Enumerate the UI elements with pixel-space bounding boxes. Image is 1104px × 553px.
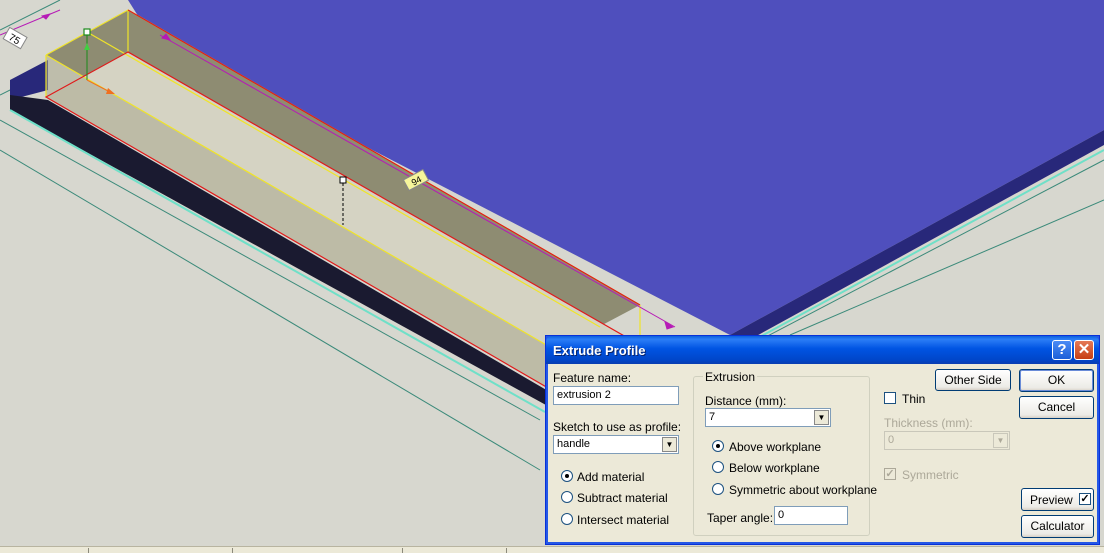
add-material-radio[interactable]	[561, 470, 573, 482]
intersect-material-label[interactable]: Intersect material	[577, 513, 669, 527]
cancel-button[interactable]: Cancel	[1019, 396, 1094, 419]
dialog-content: Feature name: extrusion 2 Sketch to use …	[549, 364, 1096, 543]
symmetric-workplane-radio[interactable]	[712, 483, 724, 495]
chevron-down-icon: ▼	[993, 433, 1008, 448]
distance-select[interactable]: 7 ▼	[705, 408, 831, 427]
thin-label[interactable]: Thin	[902, 392, 925, 406]
subtract-material-label[interactable]: Subtract material	[577, 491, 668, 505]
preview-checkbox[interactable]: ✓	[1079, 493, 1091, 505]
help-button[interactable]: ?	[1052, 340, 1072, 360]
handle-marker-mid[interactable]	[339, 176, 347, 184]
extrusion-group-label: Extrusion	[703, 370, 758, 384]
feature-name-input[interactable]: extrusion 2	[553, 386, 679, 405]
status-divider	[506, 548, 507, 553]
above-workplane-label[interactable]: Above workplane	[729, 440, 821, 454]
taper-angle-label: Taper angle:	[707, 511, 774, 525]
above-workplane-radio[interactable]	[712, 440, 724, 452]
feature-name-label: Feature name:	[553, 371, 632, 385]
dialog-title: Extrude Profile	[553, 343, 646, 358]
add-material-label[interactable]: Add material	[577, 470, 644, 484]
chevron-down-icon[interactable]: ▼	[814, 410, 829, 425]
preview-button[interactable]: Preview ✓	[1021, 488, 1094, 511]
extrude-profile-dialog: Extrude Profile ? ✕ Feature name: extrus…	[545, 335, 1100, 545]
calculator-button[interactable]: Calculator	[1021, 515, 1094, 538]
other-side-button[interactable]: Other Side	[935, 369, 1011, 391]
sketch-profile-label: Sketch to use as profile:	[553, 420, 682, 434]
symmetric-workplane-label[interactable]: Symmetric about workplane	[729, 483, 877, 497]
taper-angle-input[interactable]: 0	[774, 506, 848, 525]
dialog-titlebar[interactable]: Extrude Profile ? ✕	[546, 336, 1099, 364]
below-workplane-radio[interactable]	[712, 461, 724, 473]
ok-button[interactable]: OK	[1019, 369, 1094, 392]
symmetric-checkbox: ✓	[884, 468, 896, 480]
subtract-material-radio[interactable]	[561, 491, 573, 503]
thin-checkbox[interactable]	[884, 392, 896, 404]
symmetric-label: Symmetric	[902, 468, 959, 482]
thickness-select: 0 ▼	[884, 431, 1010, 450]
sketch-profile-select[interactable]: handle ▼	[553, 435, 679, 454]
status-divider	[88, 548, 89, 553]
handle-marker-corner[interactable]	[83, 28, 91, 36]
status-divider	[232, 548, 233, 553]
preview-label: Preview	[1030, 493, 1073, 507]
chevron-down-icon[interactable]: ▼	[662, 437, 677, 452]
close-button[interactable]: ✕	[1074, 340, 1094, 360]
distance-label: Distance (mm):	[705, 394, 787, 408]
intersect-material-radio[interactable]	[561, 513, 573, 525]
thickness-value: 0	[888, 434, 895, 446]
thickness-label: Thickness (mm):	[884, 416, 973, 430]
sketch-profile-value: handle	[557, 438, 591, 450]
below-workplane-label[interactable]: Below workplane	[729, 461, 820, 475]
distance-value: 7	[709, 411, 716, 423]
status-divider	[402, 548, 403, 553]
